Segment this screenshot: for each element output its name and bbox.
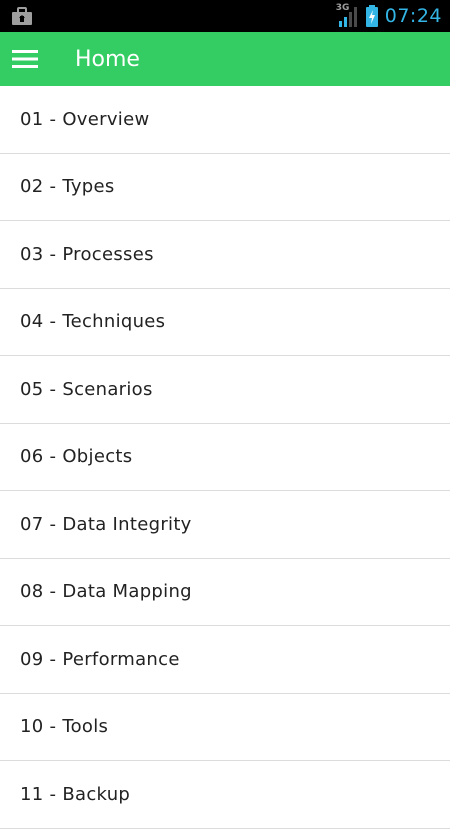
list-item-label: 01 - Overview xyxy=(20,108,150,130)
list-item[interactable]: 06 - Objects xyxy=(0,424,450,491)
status-bar: 3G 07:24 xyxy=(0,0,450,32)
page-title: Home xyxy=(75,46,140,72)
list-item[interactable]: 03 - Processes xyxy=(0,221,450,289)
list-item[interactable]: 09 - Performance xyxy=(0,626,450,694)
list-item[interactable]: 05 - Scenarios xyxy=(0,356,450,424)
signal-icon: 3G xyxy=(335,3,359,28)
list-item-label: 10 - Tools xyxy=(20,716,109,738)
list-item[interactable]: 11 - Backup xyxy=(0,761,450,829)
status-right: 3G 07:24 xyxy=(335,3,442,28)
list-item-label: 08 - Data Mapping xyxy=(20,581,192,603)
list-item-label: 09 - Performance xyxy=(20,648,180,670)
list-item[interactable]: 01 - Overview xyxy=(0,86,450,154)
briefcase-icon xyxy=(12,7,32,25)
battery-charging-icon xyxy=(365,5,378,27)
status-clock: 07:24 xyxy=(384,5,442,27)
list-item[interactable]: 08 - Data Mapping xyxy=(0,559,450,626)
list-item-label: 05 - Scenarios xyxy=(20,378,153,400)
topic-list: 01 - Overview 02 - Types 03 - Processes … xyxy=(0,86,450,829)
status-left xyxy=(11,6,33,26)
app-bar: Home xyxy=(0,32,450,86)
list-item[interactable]: 10 - Tools xyxy=(0,694,450,761)
hamburger-menu-icon xyxy=(12,50,38,68)
list-item-label: 11 - Backup xyxy=(20,783,131,805)
list-item-label: 06 - Objects xyxy=(20,446,133,468)
list-item-label: 07 - Data Integrity xyxy=(20,513,192,535)
menu-button[interactable] xyxy=(0,32,50,86)
list-item-label: 03 - Processes xyxy=(20,243,154,265)
list-item-label: 02 - Types xyxy=(20,176,115,198)
list-item-label: 04 - Techniques xyxy=(20,311,166,333)
list-item[interactable]: 07 - Data Integrity xyxy=(0,491,450,559)
list-item[interactable]: 02 - Types xyxy=(0,154,450,221)
list-item[interactable]: 04 - Techniques xyxy=(0,289,450,356)
